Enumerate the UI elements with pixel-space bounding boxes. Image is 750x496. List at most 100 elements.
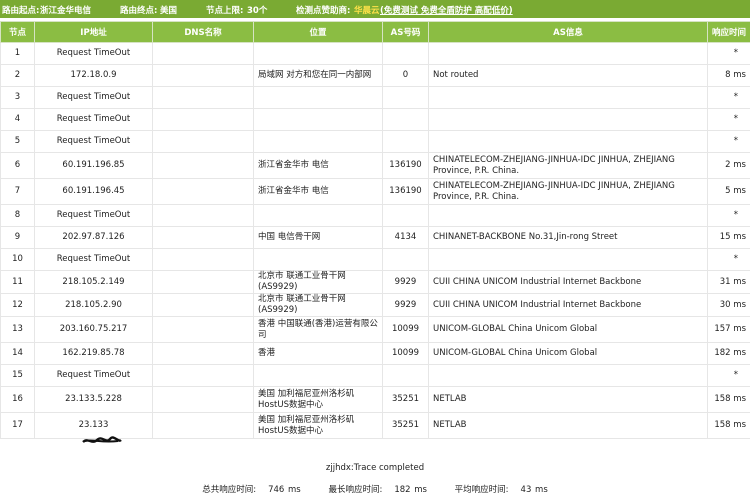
cell-location (253, 364, 383, 387)
cell-dns (152, 178, 254, 205)
cell-hop: 11 (0, 270, 35, 294)
cell-as-info (428, 130, 708, 153)
cell-as-info (428, 42, 708, 65)
table-row: 17 23.133 美国 加利福尼亚州洛杉矶HostUS数据中心 35251 NETLA… (0, 412, 750, 439)
cell-dns (152, 342, 254, 365)
cell-location (253, 204, 383, 227)
cell-location (253, 130, 383, 153)
header-response-time: 响应时间 (707, 21, 750, 43)
cell-hop: 1 (0, 42, 35, 65)
cell-hop: 13 (0, 316, 35, 343)
cell-as-info: UNICOM-GLOBAL China Unicom Global (428, 316, 708, 343)
cell-as-info (428, 86, 708, 109)
cell-asn: 4134 (382, 226, 429, 249)
cell-dns (152, 86, 254, 109)
cell-hop: 15 (0, 364, 35, 387)
header-hop: 节点 (0, 21, 35, 43)
cell-response-time: 30 ms (707, 293, 750, 317)
cell-response-time: * (707, 42, 750, 65)
route-end-value: 美国 (160, 6, 178, 16)
cell-as-info (428, 364, 708, 387)
cell-ip: 162.219.85.78 (34, 342, 153, 365)
sponsor-name-link[interactable]: 华晨云 (354, 4, 380, 16)
cell-hop: 4 (0, 108, 35, 131)
cell-as-info: NETLAB (428, 386, 708, 413)
cell-asn: 35251 (382, 386, 429, 413)
cell-hop: 16 (0, 386, 35, 413)
cell-response-time: * (707, 364, 750, 387)
cell-as-info: UNICOM-GLOBAL China Unicom Global (428, 342, 708, 365)
cell-hop: 12 (0, 293, 35, 317)
header-as-info: AS信息 (428, 21, 708, 43)
cell-response-time: 15 ms (707, 226, 750, 249)
cell-dns (152, 386, 254, 413)
cell-as-info: CHINANET-BACKBONE No.31,Jin-rong Street (428, 226, 708, 249)
total-time: 总共响应时间: 746 ms (202, 485, 301, 495)
cell-as-info: CUII CHINA UNICOM Industrial Internet Ba… (428, 293, 708, 317)
redaction-scribble (82, 436, 122, 443)
cell-hop: 14 (0, 342, 35, 365)
table-row: 5 Request TimeOut * (0, 130, 750, 153)
cell-location (253, 86, 383, 109)
sponsor-offer-link[interactable]: (免费测试 免费全盾防护 高配低价) (380, 4, 513, 16)
cell-hop: 9 (0, 226, 35, 249)
cell-response-time: * (707, 108, 750, 131)
cell-asn: 136190 (382, 152, 429, 179)
header-asn: AS号码 (382, 21, 429, 43)
cell-response-time: * (707, 248, 750, 271)
cell-ip: Request TimeOut (34, 108, 153, 131)
header-ip: IP地址 (34, 21, 153, 43)
trace-complete-message: zjjhdx:Trace completed (325, 463, 425, 473)
cell-hop: 3 (0, 86, 35, 109)
cell-dns (152, 316, 254, 343)
cell-location: 美国 加利福尼亚州洛杉矶HostUS数据中心 (253, 412, 383, 439)
max-time: 最长响应时间: 182 ms (328, 485, 427, 495)
cell-response-time: 158 ms (707, 386, 750, 413)
cell-as-info: Not routed (428, 64, 708, 87)
cell-response-time: 2 ms (707, 152, 750, 179)
cell-asn (382, 108, 429, 131)
table-row: 16 23.133.5.228 美国 加利福尼亚州洛杉矶HostUS数据中心 3525… (0, 386, 750, 413)
cell-as-info: NETLAB (428, 412, 708, 439)
cell-asn: 35251 (382, 412, 429, 439)
table-row: 13 203.160.75.217 香港 中国联通(香港)运营有限公司 10099 UN… (0, 316, 750, 343)
cell-ip: 203.160.75.217 (34, 316, 153, 343)
cell-asn: 9929 (382, 293, 429, 317)
cell-as-info: CHINATELECOM-ZHEJIANG-JINHUA-IDC JINHUA,… (428, 152, 708, 179)
table-row: 4 Request TimeOut * (0, 108, 750, 131)
cell-ip: 60.191.196.85 (34, 152, 153, 179)
cell-location: 香港 (253, 342, 383, 365)
cell-asn: 136190 (382, 178, 429, 205)
cell-dns (152, 42, 254, 65)
cell-ip: Request TimeOut (34, 248, 153, 271)
cell-response-time: 5 ms (707, 178, 750, 205)
hop-limit-value: 30个 (247, 6, 268, 16)
table-row: 12 218.105.2.90 北京市 联通工业骨干网(AS9929) 9929 CUI… (0, 293, 750, 317)
cell-dns (152, 270, 254, 294)
cell-asn (382, 42, 429, 65)
cell-as-info (428, 204, 708, 227)
cell-as-info (428, 108, 708, 131)
response-summary: 总共响应时间: 746 ms 最长响应时间: 182 ms 平均响应时间: 43 ms (0, 483, 750, 495)
cell-asn: 10099 (382, 316, 429, 343)
cell-hop: 8 (0, 204, 35, 227)
route-end-label: 路由终点: (120, 6, 158, 16)
header-location: 位置 (253, 21, 383, 43)
cell-location: 北京市 联通工业骨干网(AS9929) (253, 270, 383, 294)
cell-as-info (428, 248, 708, 271)
cell-as-info: CHINATELECOM-ZHEJIANG-JINHUA-IDC JINHUA,… (428, 178, 708, 205)
cell-response-time: * (707, 204, 750, 227)
cell-response-time: 8 ms (707, 64, 750, 87)
cell-dns (152, 226, 254, 249)
cell-location: 浙江省金华市 电信 (253, 178, 383, 205)
cell-dns (152, 108, 254, 131)
cell-asn (382, 204, 429, 227)
cell-ip: Request TimeOut (34, 42, 153, 65)
cell-asn (382, 364, 429, 387)
cell-hop: 17 (0, 412, 35, 439)
header-dns: DNS名称 (152, 21, 254, 43)
cell-location: 局域网 对方和您在同一内部网 (253, 64, 383, 87)
cell-response-time: 31 ms (707, 270, 750, 294)
cell-asn: 9929 (382, 270, 429, 294)
cell-ip: 23.133 (34, 412, 153, 439)
